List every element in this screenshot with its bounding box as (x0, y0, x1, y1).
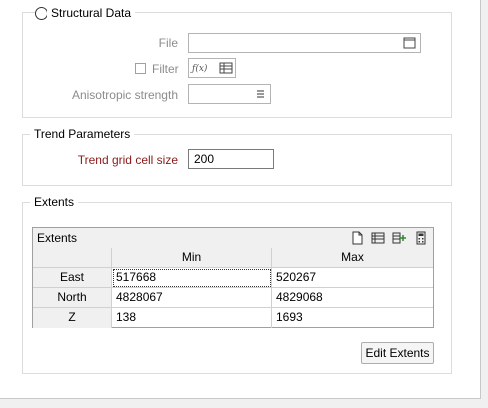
horizontal-scrollbar[interactable] (0, 399, 481, 408)
extents-grid: Extents Min Max East 517668 520267 North… (32, 227, 434, 328)
grid-corner (33, 248, 112, 268)
column-header-min: Min (112, 248, 272, 268)
new-document-icon[interactable] (349, 230, 365, 246)
trend-cell-size-input[interactable]: 200 (188, 149, 274, 169)
vertical-scrollbar[interactable] (481, 0, 488, 408)
menu-icon[interactable] (253, 86, 269, 102)
file-label: File (158, 36, 178, 50)
north-max-cell[interactable]: 4829068 (272, 288, 433, 308)
extents-grid-toolbar: Extents (33, 228, 433, 249)
east-min-cell[interactable]: 517668 (112, 268, 272, 288)
file-browse-icon[interactable] (402, 35, 418, 51)
filter-label: Filter (152, 62, 179, 76)
extents-group-title: Extents (30, 195, 79, 209)
filter-table-icon[interactable] (218, 60, 234, 76)
z-min-cell[interactable]: 138 (112, 308, 272, 328)
filter-checkbox[interactable] (135, 63, 146, 74)
east-max-cell[interactable]: 520267 (272, 268, 433, 288)
z-max-cell[interactable]: 1693 (272, 308, 433, 328)
north-min-cell[interactable]: 4828067 (112, 288, 272, 308)
trend-cell-size-value: 200 (194, 152, 215, 166)
row-header-east: East (33, 268, 112, 288)
function-icon: ƒ(x) (192, 64, 208, 74)
anisotropic-label: Anisotropic strength (71, 88, 178, 102)
edit-extents-button[interactable]: Edit Extents (361, 342, 434, 364)
table-icon[interactable] (370, 230, 386, 246)
row-header-z: Z (33, 308, 112, 328)
calculator-icon[interactable] (413, 230, 429, 246)
structural-data-title: Structural Data (47, 6, 136, 20)
file-input[interactable] (188, 33, 421, 53)
row-header-north: North (33, 288, 112, 308)
add-row-icon[interactable] (391, 230, 407, 246)
extents-grid-title: Extents (37, 231, 78, 245)
trend-parameters-title: Trend Parameters (30, 127, 135, 141)
trend-cell-size-label: Trend grid cell size (77, 153, 178, 167)
column-header-max: Max (272, 248, 433, 268)
form-pane: Structural Data File Filter ƒ(x) Anisotr… (0, 0, 481, 399)
